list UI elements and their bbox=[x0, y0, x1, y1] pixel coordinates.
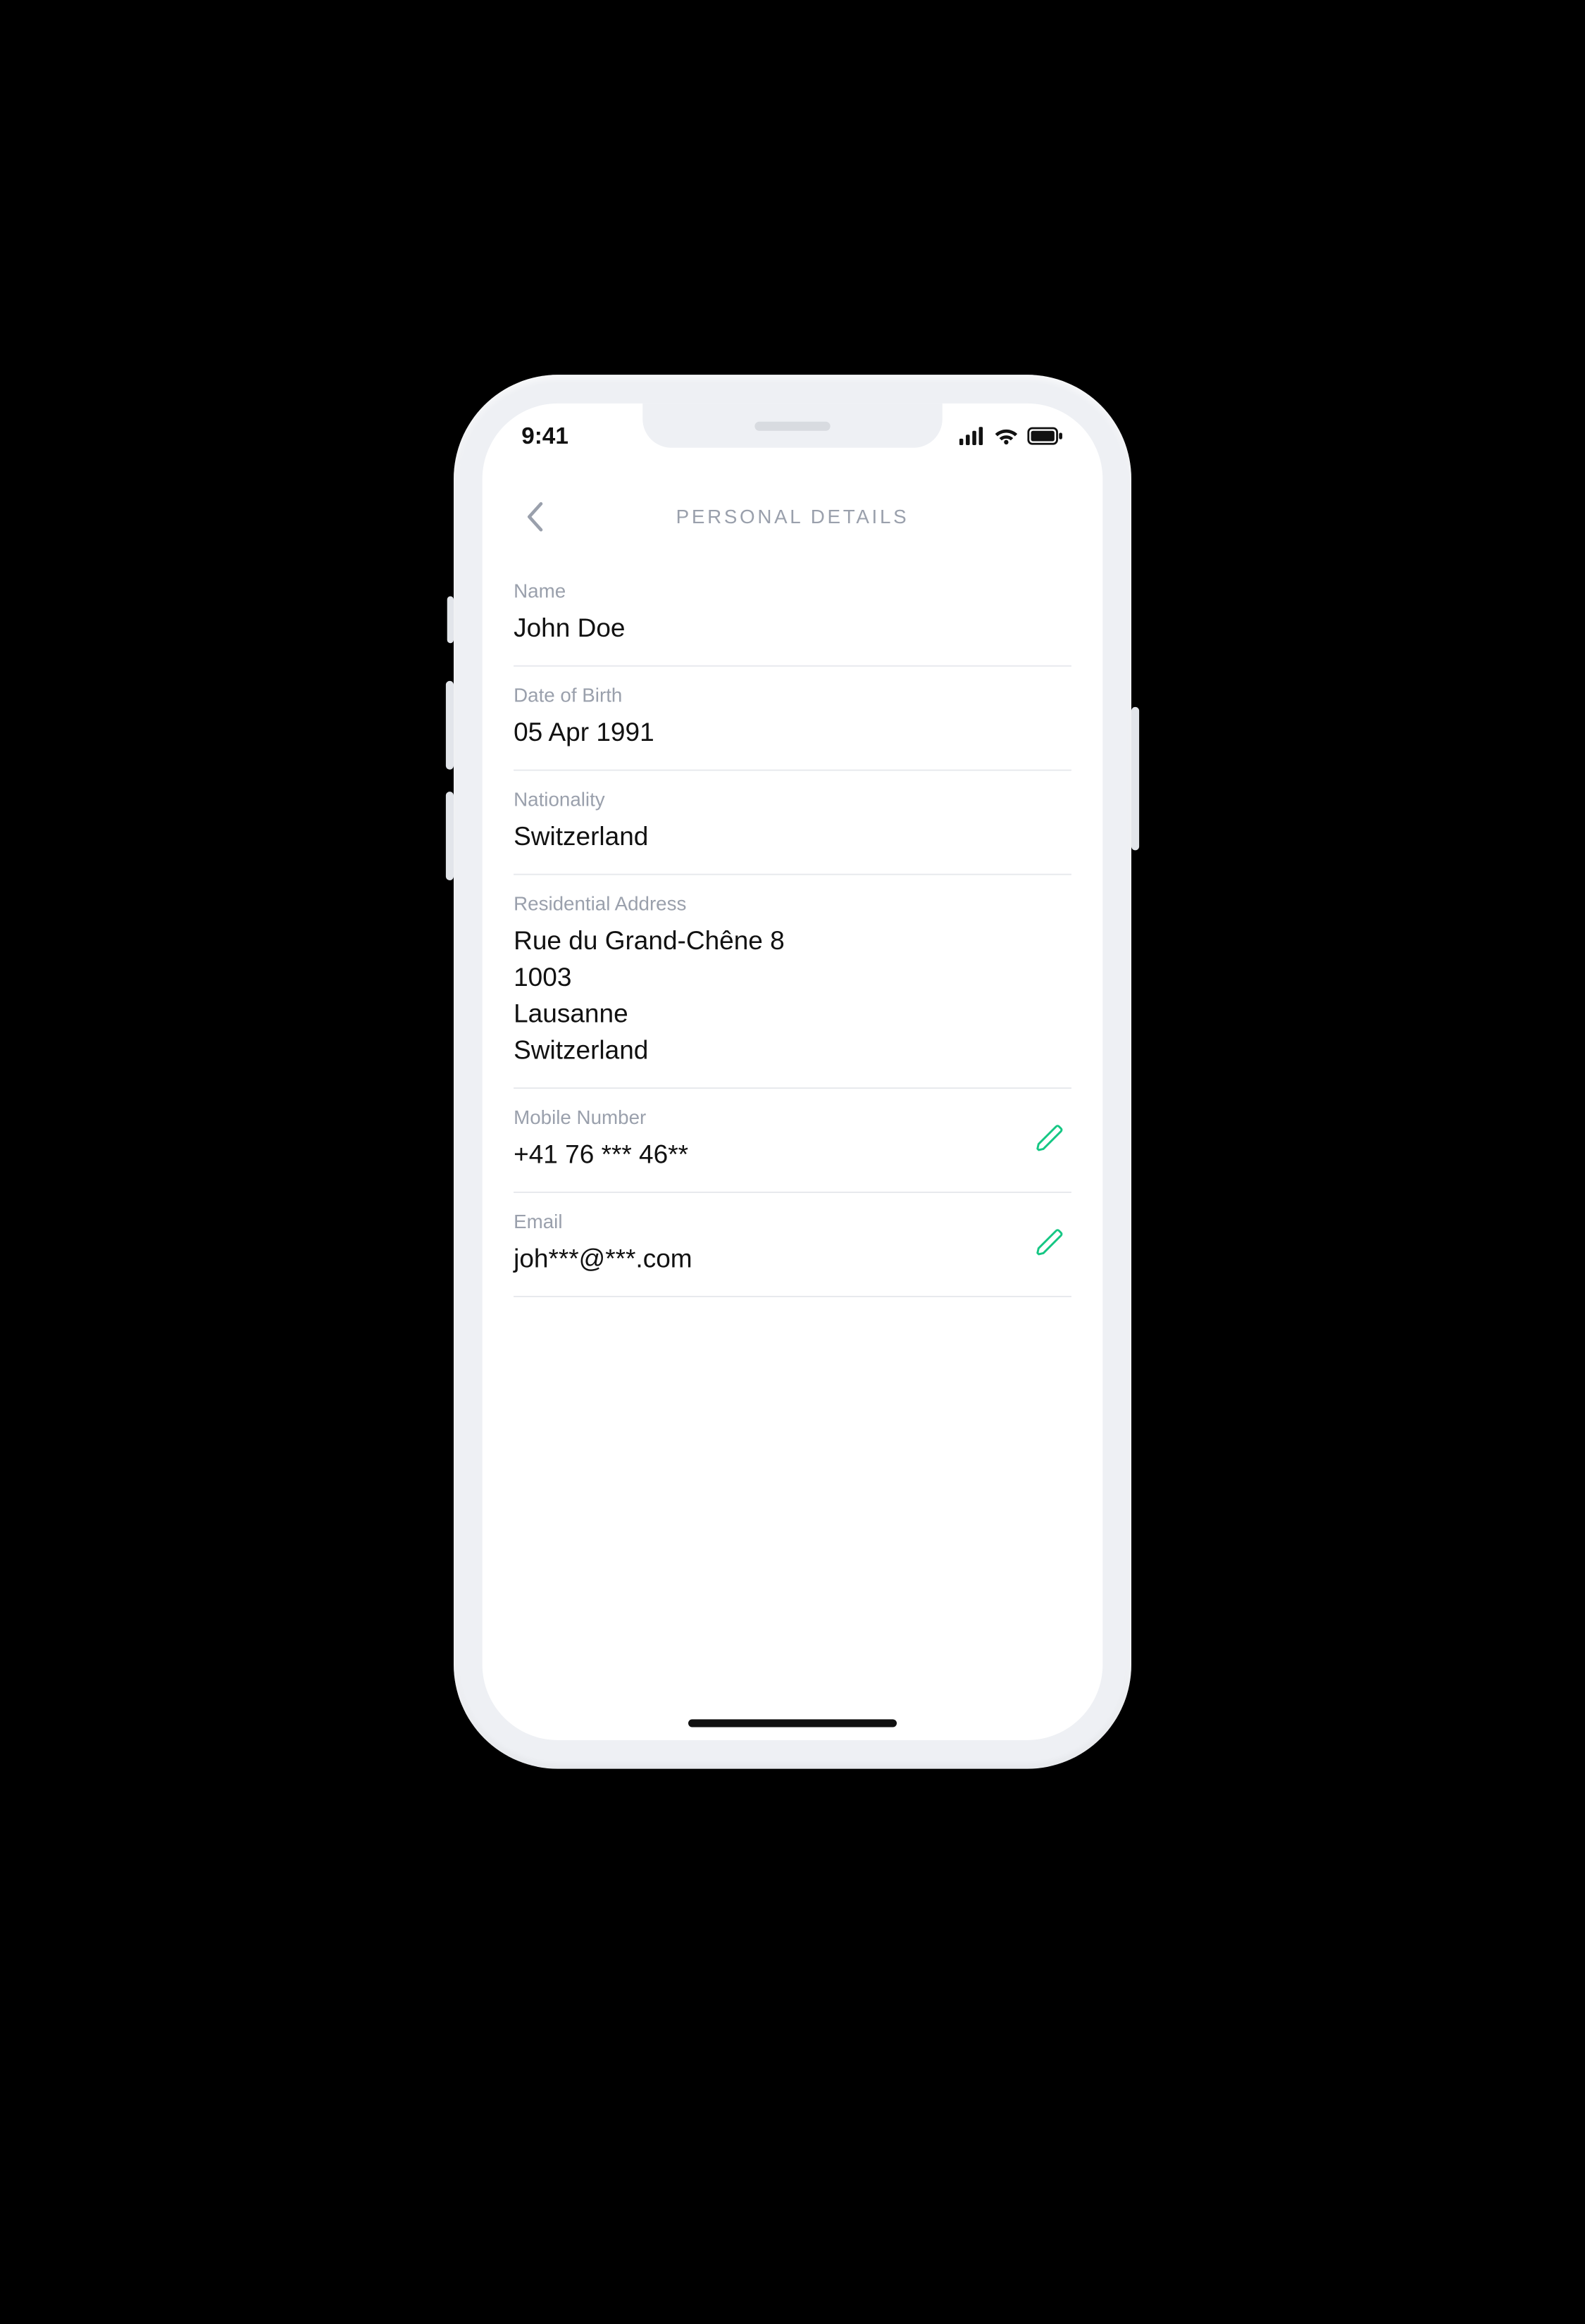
field-nationality: Nationality Switzerland bbox=[514, 770, 1071, 875]
edit-email-button[interactable] bbox=[1035, 1226, 1071, 1263]
status-time: 9:41 bbox=[521, 422, 568, 449]
field-label: Residential Address bbox=[514, 893, 1071, 915]
field-name: Name John Doe bbox=[514, 562, 1071, 666]
volume-up-button bbox=[446, 680, 454, 769]
screen: 9:41 bbox=[483, 403, 1103, 1739]
field-dob: Date of Birth 05 Apr 1991 bbox=[514, 666, 1071, 770]
field-label: Nationality bbox=[514, 789, 1071, 811]
address-line: Lausanne bbox=[514, 996, 1071, 1032]
battery-icon bbox=[1027, 427, 1064, 445]
field-value: joh***@***.com bbox=[514, 1241, 1071, 1277]
edit-mobile-button[interactable] bbox=[1035, 1122, 1071, 1158]
field-value: Rue du Grand-Chêne 8 1003 Lausanne Switz… bbox=[514, 923, 1071, 1069]
details-list: Name John Doe Date of Birth 05 Apr 1991 … bbox=[514, 562, 1071, 1297]
field-value: +41 76 *** 46** bbox=[514, 1137, 1071, 1173]
power-button bbox=[1131, 706, 1139, 850]
volume-down-button bbox=[446, 792, 454, 880]
cellular-icon bbox=[959, 427, 986, 445]
field-value: Switzerland bbox=[514, 819, 1071, 856]
nav-bar: PERSONAL DETAILS bbox=[514, 479, 1071, 554]
pencil-icon bbox=[1035, 1226, 1066, 1257]
wifi-icon bbox=[993, 427, 1019, 445]
page-title: PERSONAL DETAILS bbox=[514, 506, 1071, 527]
phone-mockup: 9:41 bbox=[454, 375, 1131, 1768]
field-label: Email bbox=[514, 1211, 1071, 1232]
address-line: Rue du Grand-Chêne 8 bbox=[514, 923, 1071, 960]
mute-switch bbox=[447, 596, 454, 643]
field-label: Name bbox=[514, 580, 1071, 602]
field-label: Mobile Number bbox=[514, 1106, 1071, 1128]
field-address: Residential Address Rue du Grand-Chêne 8… bbox=[514, 875, 1071, 1088]
status-bar: 9:41 bbox=[483, 403, 1103, 468]
home-indicator[interactable] bbox=[688, 1719, 897, 1727]
field-label: Date of Birth bbox=[514, 685, 1071, 706]
field-mobile: Mobile Number +41 76 *** 46** bbox=[514, 1088, 1071, 1192]
address-line: Switzerland bbox=[514, 1032, 1071, 1069]
pencil-icon bbox=[1035, 1122, 1066, 1153]
address-line: 1003 bbox=[514, 959, 1071, 996]
field-value: 05 Apr 1991 bbox=[514, 715, 1071, 751]
field-email: Email joh***@***.com bbox=[514, 1192, 1071, 1297]
field-value: John Doe bbox=[514, 611, 1071, 647]
